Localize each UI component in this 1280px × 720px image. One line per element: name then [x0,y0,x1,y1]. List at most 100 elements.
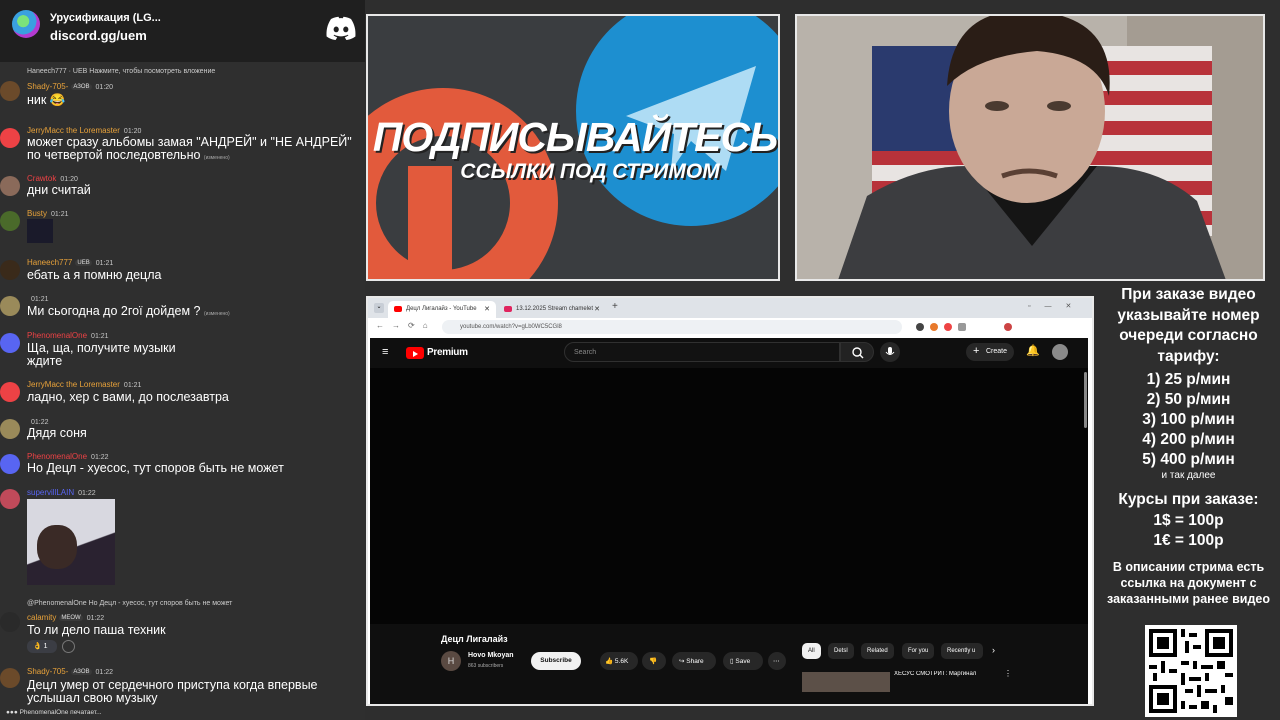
role-badge: MEOW [59,614,83,621]
close-tab-icon[interactable]: ✕ [594,305,600,313]
message-text: Но Децл - хуесос, тут споров быть не мож… [27,461,284,475]
username[interactable]: Shady-705- [27,82,68,91]
username[interactable]: Busty [27,209,47,218]
chat-message: Busty 01:21 [0,209,365,249]
message-text: Дядя соня [27,426,87,440]
rate-item: 1) 25 р/мин [1146,371,1231,388]
banner-subtitle: ССЫЛКИ ПОД СТРИМОМ [460,160,720,183]
dislike-button[interactable]: 👎 [642,652,666,670]
youtube-header: ≡ Premium Search + Create 🔔 [370,338,1088,368]
recommended-menu-icon[interactable]: ⋮ [1004,669,1012,678]
reaction-pill[interactable]: 👌 1 [27,640,57,653]
chat-message: JerryMacc the Loremaster 01:20 может сраз… [0,124,365,164]
tab-stream-chat[interactable]: 13.12.2025 Stream chamelet ✕ [498,301,606,318]
username[interactable]: supervillLAIN [27,488,74,497]
chat-message: supervillLAIN 01:22 [0,487,365,587]
username[interactable]: PhenomenalOne [27,331,87,340]
video-player[interactable] [370,368,1088,624]
chip-recently-uploaded[interactable]: Recently u [941,643,983,659]
avatar[interactable] [0,668,20,688]
role-badge: АЗОВ [71,83,92,90]
server-invite-link[interactable]: discord.gg/uem [50,28,147,43]
reply-preview[interactable]: @PhenomenalOne Но Децл - хуесос, тут спо… [27,600,232,607]
like-button[interactable]: 👍 5.6K [600,652,638,670]
subscribe-banner: ПОДПИСЫВАЙТЕСЬ ССЫЛКИ ПОД СТРИМОМ [366,14,780,281]
username[interactable]: Crawtok [27,174,56,183]
recommended-thumbnail[interactable] [802,672,890,692]
rate-item: 2) 50 р/мин [1146,391,1231,408]
extension-icons[interactable] [916,322,1086,332]
avatar[interactable] [0,211,20,231]
chip-for-you[interactable]: For you [902,643,935,659]
attached-image[interactable] [27,499,115,585]
bookmark-icon: ▯ [730,658,734,665]
timestamp: 01:22 [95,669,114,676]
page-scrollbar[interactable] [1084,372,1087,428]
thumbs-down-icon: 👎 [649,658,658,665]
username[interactable]: calamity [27,613,56,622]
close-tab-icon[interactable]: ✕ [484,305,490,313]
rates-more-note: и так далее [1161,470,1216,481]
menu-icon[interactable]: ≡ [382,347,388,358]
chat-message: Haneech777 · UEB Нажмите, чтобы посмотре… [0,68,365,118]
avatar[interactable] [0,260,20,280]
new-tab-icon[interactable]: + [612,301,618,312]
window-controls[interactable]: ▫—✕ [1028,302,1085,310]
channel-name[interactable]: Hovo Mkoyan [468,652,514,659]
avatar[interactable] [0,176,20,196]
youtube-premium-label[interactable]: Premium [427,347,468,358]
create-button[interactable]: + Create [966,343,1014,361]
channel-avatar[interactable]: H [441,651,461,671]
avatar[interactable] [0,489,20,509]
reply-preview[interactable]: Haneech777 · UEB Нажмите, чтобы посмотре… [27,68,215,75]
avatar[interactable] [0,333,20,353]
stream-favicon-icon [504,306,512,312]
search-button[interactable] [840,342,874,362]
save-button[interactable]: ▯ Save [723,652,763,670]
chevron-right-icon[interactable]: › [992,645,995,655]
address-bar: ←→⟳⌂ youtube.com/watch?v=gLb0WC5CGl8 [368,318,1092,336]
browser-window: ⌄ Децл Лигалайз - YouTube ✕ 13.12.2025 S… [366,296,1094,706]
more-actions-button[interactable]: ⋯ [768,652,786,670]
nav-buttons[interactable]: ←→⟳⌂ [376,321,436,330]
tab-youtube[interactable]: Децл Лигалайз - YouTube ✕ [388,301,496,318]
exchange-rate-item: 1€ = 100р [1153,532,1224,549]
sticker-image[interactable] [27,219,53,243]
chat-message: PhenomenalOne 01:22 Но Децл - хуесос, тут… [0,452,365,476]
account-avatar[interactable] [1052,344,1068,360]
avatar[interactable] [0,454,20,474]
message-text: дни считай [27,183,91,197]
edited-label: (изменено) [203,155,230,161]
chat-message: Shady-705- АЗОВ 01:22 Децл умер от сердечн… [0,666,365,708]
photo-person [37,525,77,569]
avatar[interactable] [0,612,20,632]
share-button[interactable]: ↪ Share [672,652,716,670]
notifications-bell-icon[interactable]: 🔔 [1026,344,1040,357]
add-reaction-icon[interactable] [62,640,75,653]
username[interactable]: Haneech777 [27,258,72,267]
qr-code [1145,625,1237,717]
username[interactable]: JerryMacc the Loremaster [27,126,120,135]
avatar[interactable] [0,419,20,439]
chip-detsl[interactable]: Detsl [828,643,854,659]
avatar[interactable] [0,296,20,316]
avatar[interactable] [0,382,20,402]
voice-search-button[interactable] [880,342,900,362]
youtube-logo-icon[interactable] [406,347,424,359]
server-header[interactable]: Урусификация (LG... discord.gg/uem [0,0,365,62]
username[interactable]: PhenomenalOne [27,452,87,461]
url-field[interactable]: youtube.com/watch?v=gLb0WC5CGl8 [442,320,902,334]
message-text: ладно, хер с вами, до послезавтра [27,390,229,404]
avatar[interactable] [0,128,20,148]
tab-search-button[interactable]: ⌄ [374,303,384,313]
avatar[interactable] [0,81,20,101]
username[interactable]: JerryMacc the Loremaster [27,380,120,389]
subscribe-button[interactable]: Subscribe [531,652,581,670]
message-list[interactable]: Haneech777 · UEB Нажмите, чтобы посмотре… [0,64,365,720]
chip-all[interactable]: All [802,643,821,659]
recommended-title[interactable]: ХЕСУС СМОТРИТ: Маргинал [894,671,1004,677]
chip-related[interactable]: Related [861,643,894,659]
search-input[interactable]: Search [564,342,840,362]
exchange-rate-list: 1$ = 100р 1€ = 100р [1097,511,1280,551]
username[interactable]: Shady-705- [27,667,68,676]
